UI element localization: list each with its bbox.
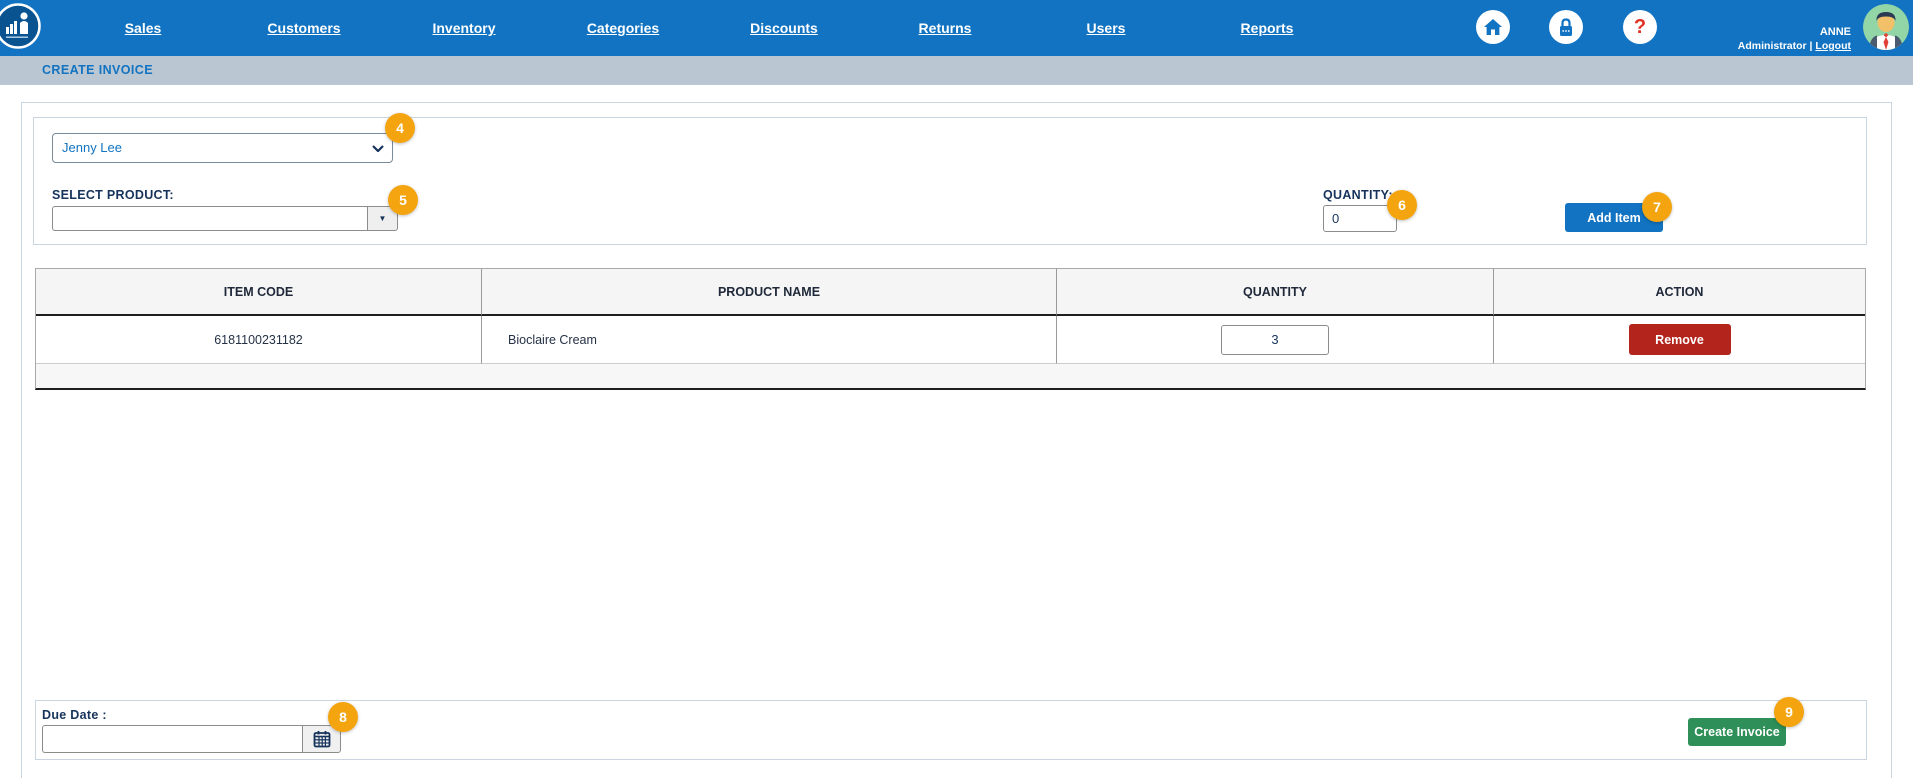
help-button[interactable]: ? [1623, 10, 1657, 44]
header-product-name: PRODUCT NAME [482, 269, 1057, 316]
due-date-input[interactable] [42, 725, 302, 753]
calendar-icon [313, 730, 331, 748]
nav-item-discounts[interactable]: Discounts [750, 0, 818, 56]
nav-item-returns[interactable]: Returns [919, 0, 972, 56]
avatar-icon [1863, 4, 1909, 50]
cell-item-code: 6181100231182 [36, 316, 482, 364]
table-footer-row [36, 364, 1865, 388]
lock-icon [1558, 18, 1574, 37]
home-button[interactable] [1476, 10, 1510, 44]
logo-icon [0, 3, 41, 49]
nav-item-sales[interactable]: Sales [125, 0, 162, 56]
cell-product-name: Bioclaire Cream [482, 316, 1057, 364]
due-date-label: Due Date : [42, 708, 107, 722]
header-action: ACTION [1494, 269, 1865, 316]
home-icon [1483, 18, 1503, 36]
top-navbar: Sales Customers Inventory Categories Dis… [0, 0, 1913, 56]
step-badge-9: 9 [1774, 697, 1804, 727]
cell-quantity [1057, 316, 1494, 364]
company-logo[interactable] [0, 3, 41, 49]
user-separator: | [1810, 40, 1813, 52]
nav-item-inventory[interactable]: Inventory [432, 0, 495, 56]
user-name: ANNE [1738, 27, 1851, 38]
nav-item-reports[interactable]: Reports [1241, 0, 1294, 56]
user-info: ANNE Administrator | Logout [1738, 27, 1851, 52]
table-row: 6181100231182 Bioclaire Cream Remove [36, 316, 1865, 364]
step-badge-8: 8 [328, 702, 358, 732]
create-invoice-page: Sales Customers Inventory Categories Dis… [0, 0, 1913, 778]
lock-button[interactable] [1549, 10, 1583, 44]
nav-item-customers[interactable]: Customers [267, 0, 340, 56]
header-quantity: QUANTITY [1057, 269, 1494, 316]
quantity-input[interactable] [1323, 205, 1397, 232]
step-badge-6: 6 [1387, 190, 1417, 220]
page-title: CREATE INVOICE [42, 56, 153, 85]
logout-link[interactable]: Logout [1815, 40, 1851, 52]
chevron-down-icon [372, 145, 384, 152]
user-role: Administrator [1738, 40, 1807, 52]
remove-button[interactable]: Remove [1629, 324, 1731, 355]
create-invoice-button[interactable]: Create Invoice [1688, 718, 1786, 746]
help-icon: ? [1634, 16, 1646, 39]
select-product-label: SELECT PRODUCT: [52, 188, 174, 202]
cell-action: Remove [1494, 316, 1865, 364]
breadcrumb: CREATE INVOICE [0, 56, 1913, 85]
table-header-row: ITEM CODE PRODUCT NAME QUANTITY ACTION [36, 269, 1865, 316]
invoice-items-table: ITEM CODE PRODUCT NAME QUANTITY ACTION 6… [35, 268, 1866, 390]
dropdown-arrow-icon: ▼ [379, 214, 387, 223]
row-quantity-input[interactable] [1221, 325, 1329, 355]
nav-item-categories[interactable]: Categories [587, 0, 659, 56]
nav-item-users[interactable]: Users [1087, 0, 1126, 56]
product-combo-input[interactable] [52, 206, 367, 231]
quantity-label: QUANTITY: [1323, 188, 1393, 202]
user-avatar[interactable] [1863, 4, 1909, 50]
step-badge-5: 5 [388, 185, 418, 215]
step-badge-7: 7 [1642, 192, 1672, 222]
step-badge-4: 4 [385, 113, 415, 143]
header-item-code: ITEM CODE [36, 269, 482, 316]
customer-select[interactable]: Jenny Lee [52, 133, 393, 163]
